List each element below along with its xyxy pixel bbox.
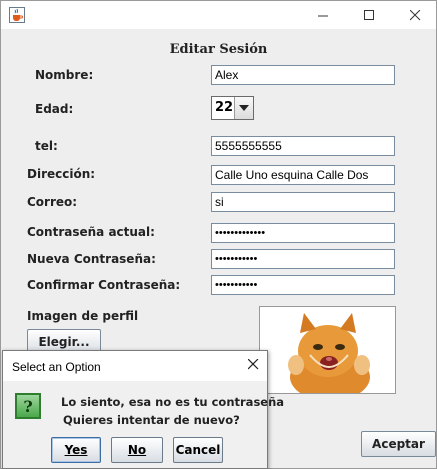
- tel-label: tel:: [35, 139, 58, 153]
- maximize-icon: [363, 9, 374, 20]
- profile-image: [259, 306, 396, 394]
- confirmar-contrasena-field[interactable]: •••••••••••: [211, 275, 395, 295]
- dialog-message-line2: Quieres intentar de nuevo?: [63, 413, 240, 427]
- dialog-title: Select an Option: [12, 360, 101, 374]
- option-dialog: Select an Option ? Lo siento, esa no es …: [2, 350, 284, 469]
- direccion-field[interactable]: Calle Uno esquina Calle Dos: [211, 165, 395, 185]
- contrasena-actual-label: Contraseña actual:: [27, 225, 155, 239]
- maximize-button[interactable]: [346, 1, 392, 29]
- direccion-label: Dirección:: [27, 167, 96, 181]
- close-button[interactable]: [392, 1, 437, 29]
- yes-button-label: Yes: [64, 443, 88, 457]
- title-bar[interactable]: [1, 1, 436, 29]
- chevron-down-icon[interactable]: [234, 97, 253, 119]
- edad-label: Edad:: [35, 102, 74, 116]
- nueva-contrasena-label: Nueva Contraseña:: [27, 252, 156, 266]
- page-title: Editar Sesión: [169, 42, 268, 57]
- no-button[interactable]: No: [111, 437, 163, 463]
- no-button-label: No: [127, 443, 147, 457]
- nombre-field[interactable]: Alex: [211, 65, 395, 85]
- java-cup-icon: [9, 7, 25, 23]
- imagen-perfil-label: Imagen de perfil: [27, 309, 139, 323]
- close-icon: [409, 9, 420, 20]
- yes-button[interactable]: Yes: [51, 437, 101, 463]
- contrasena-actual-field[interactable]: •••••••••••••: [211, 223, 395, 243]
- question-icon: ?: [15, 393, 41, 419]
- aceptar-button[interactable]: Aceptar: [361, 431, 436, 457]
- dialog-title-bar[interactable]: Select an Option: [3, 351, 267, 381]
- edad-value: 22: [215, 100, 234, 115]
- cancel-button[interactable]: Cancel: [173, 437, 223, 463]
- edad-select[interactable]: 22: [211, 96, 254, 120]
- dialog-message-line1: Lo siento, esa no es tu contraseña: [61, 395, 285, 409]
- tel-field[interactable]: 5555555555: [211, 136, 395, 156]
- correo-label: Correo:: [27, 195, 78, 209]
- nueva-contrasena-field[interactable]: •••••••••••: [211, 249, 395, 269]
- correo-field[interactable]: si: [211, 192, 395, 212]
- nombre-label: Nombre:: [35, 68, 94, 82]
- dialog-close-icon[interactable]: [247, 358, 259, 373]
- confirmar-contrasena-label: Confirmar Contraseña:: [27, 278, 181, 292]
- minimize-button[interactable]: [300, 1, 346, 29]
- minimize-icon: [317, 15, 328, 16]
